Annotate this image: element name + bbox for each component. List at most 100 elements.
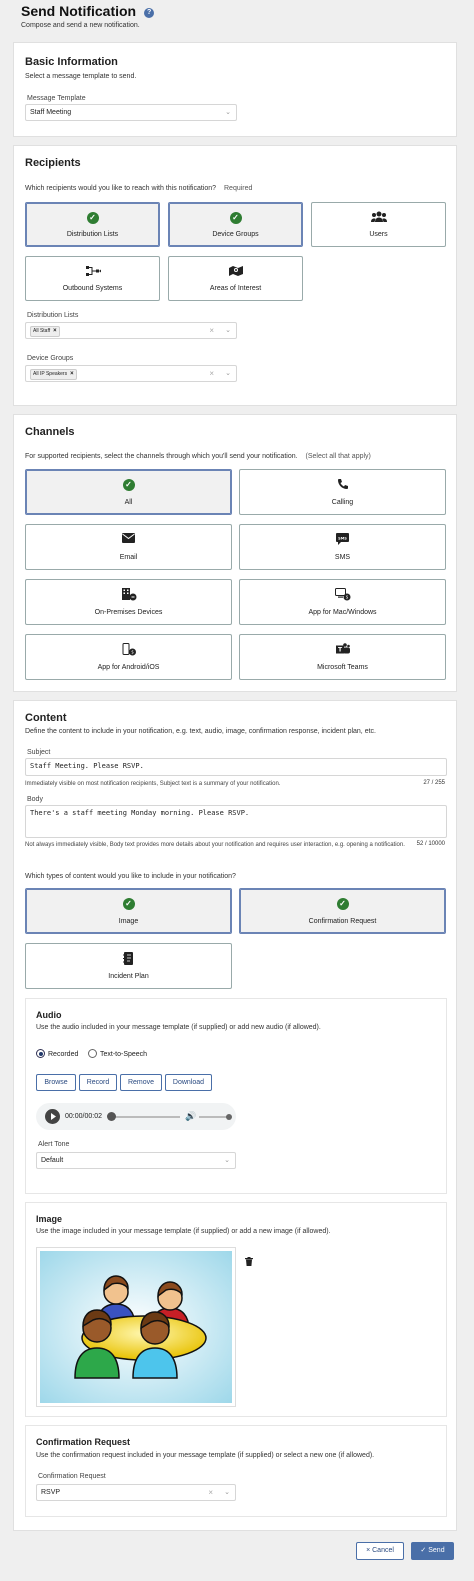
recipient-option-label: Device Groups [212,231,259,238]
confirmation-heading: Confirmation Request [36,1437,131,1447]
recipients-heading: Recipients [25,157,81,169]
channels-hint: (Select all that apply) [305,453,371,460]
phone-icon [240,478,445,492]
content-type-incident-plan[interactable]: Incident Plan [25,943,232,989]
message-template-label: Message Template [27,95,86,102]
channel-option-app-mac-windows[interactable]: $ App for Mac/Windows [239,579,446,625]
users-icon [312,211,445,225]
meeting-illustration [40,1251,232,1403]
remove-tag-icon[interactable]: × [53,328,57,334]
subject-label: Subject [27,749,51,756]
svg-text:$: $ [345,595,348,600]
recipient-option-label: Areas of Interest [209,285,262,292]
alert-tone-value: Default [41,1157,64,1164]
alert-tone-label: Alert Tone [38,1141,70,1148]
content-type-label: Incident Plan [108,973,149,980]
channels-card: Channels For supported recipients, selec… [13,414,457,692]
close-icon: × [366,1547,371,1554]
checkmark-icon: ✓ [420,1547,427,1554]
confirmation-request-select[interactable]: RSVP × ⌄ [36,1484,236,1501]
volume-slider[interactable] [199,1116,229,1118]
device-groups-select[interactable]: All IP Speakers × × ⌄ [25,365,237,382]
alert-tone-select[interactable]: Default ⌄ [36,1152,236,1169]
check-icon: ✓ [240,897,445,911]
page-header: Send Notification ? Compose and send a n… [21,3,155,29]
incident-plan-icon [26,952,231,966]
body-textarea[interactable]: There's a staff meeting Monday morning. … [25,805,447,838]
content-types-question: Which types of content would you like to… [25,873,236,880]
trash-icon[interactable] [245,1257,253,1268]
check-icon: ✓ [26,897,231,911]
required-indicator: Required [224,185,253,192]
device-groups-label: Device Groups [27,355,74,362]
remove-tag-icon[interactable]: × [70,371,74,377]
distribution-lists-select[interactable]: All Staff × × ⌄ [25,322,237,339]
radio-text-to-speech[interactable]: Text-to-Speech [88,1049,147,1058]
record-button[interactable]: Record [79,1074,117,1091]
message-template-select[interactable]: Staff Meeting ⌄ [25,104,237,121]
cancel-button[interactable]: × Cancel [356,1542,404,1560]
envelope-icon [26,533,231,547]
volume-handle[interactable] [226,1114,232,1120]
radio-unselected-icon [88,1049,97,1058]
recipients-question: Which recipients would you like to reach… [25,185,252,192]
audio-progress-handle[interactable] [107,1112,116,1121]
page-subtitle: Compose and send a new notification. [21,22,140,29]
recipient-option-areas-of-interest[interactable]: Areas of Interest [168,256,303,301]
subject-input[interactable]: Staff Meeting. Please RSVP. [25,758,447,776]
radio-recorded[interactable]: Recorded [36,1049,78,1058]
channels-question-text: For supported recipients, select the cha… [25,453,298,460]
recipient-option-users[interactable]: Users [311,202,446,247]
recipient-option-label: Distribution Lists [66,231,119,238]
page-title: Send Notification [21,3,137,19]
chevron-down-icon: ⌄ [224,1489,230,1496]
clear-icon[interactable]: × [209,323,214,338]
send-button[interactable]: ✓ Send [411,1542,454,1560]
channel-option-all[interactable]: ✓ All [25,469,232,515]
body-help: Not always immediately visible, Body tex… [25,842,405,848]
recipient-option-outbound-systems[interactable]: Outbound Systems [25,256,160,301]
channel-option-microsoft-teams[interactable]: T Microsoft Teams [239,634,446,680]
selected-tag: All IP Speakers × [30,369,77,380]
play-icon[interactable] [45,1109,60,1124]
channel-option-label: On-Premises Devices [94,609,163,616]
channel-option-label: App for Android/iOS [97,664,160,671]
download-button[interactable]: Download [165,1074,212,1091]
svg-text:SMS: SMS [338,536,347,540]
content-type-confirmation-request[interactable]: ✓ Confirmation Request [239,888,446,934]
browse-button[interactable]: Browse [36,1074,76,1091]
recipient-option-device-groups[interactable]: ✓ Device Groups [168,202,303,247]
check-icon: ✓ [26,211,159,225]
help-icon[interactable]: ? [144,8,155,18]
recipient-option-distribution-lists[interactable]: ✓ Distribution Lists [25,202,160,247]
clear-icon[interactable]: × [208,1485,213,1500]
channel-option-label: SMS [334,554,351,561]
channel-option-label: All [124,499,133,506]
channel-option-on-premises-devices[interactable]: On-Premises Devices [25,579,232,625]
selected-tag: All Staff × [30,326,60,337]
channel-option-email[interactable]: Email [25,524,232,570]
content-type-image[interactable]: ✓ Image [25,888,232,934]
audio-time: 00:00/00:02 [65,1113,102,1120]
remove-button[interactable]: Remove [120,1074,162,1091]
image-heading: Image [36,1214,63,1224]
chevron-down-icon: ⌄ [225,370,231,377]
clear-icon[interactable]: × [209,366,214,381]
confirmation-request-label: Confirmation Request [38,1473,106,1480]
svg-text:$: $ [131,650,134,655]
content-type-label: Image [118,918,139,925]
recipients-question-text: Which recipients would you like to reach… [25,185,217,192]
outbound-systems-icon [26,265,159,279]
basic-information-heading: Basic Information [25,56,118,68]
channel-option-sms[interactable]: SMS SMS [239,524,446,570]
audio-progress-track[interactable] [108,1116,180,1118]
audio-heading: Audio [36,1010,62,1020]
basic-information-desc: Select a message template to send. [25,73,137,80]
image-section: Image Use the image included in your mes… [25,1202,447,1417]
audio-player: 00:00/00:02 🔊 [36,1103,236,1130]
volume-icon[interactable]: 🔊 [185,1111,196,1122]
channel-option-calling[interactable]: Calling [239,469,446,515]
check-icon: ✓ [26,478,231,492]
channel-option-app-android-ios[interactable]: $ App for Android/iOS [25,634,232,680]
message-template-value: Staff Meeting [30,109,72,116]
